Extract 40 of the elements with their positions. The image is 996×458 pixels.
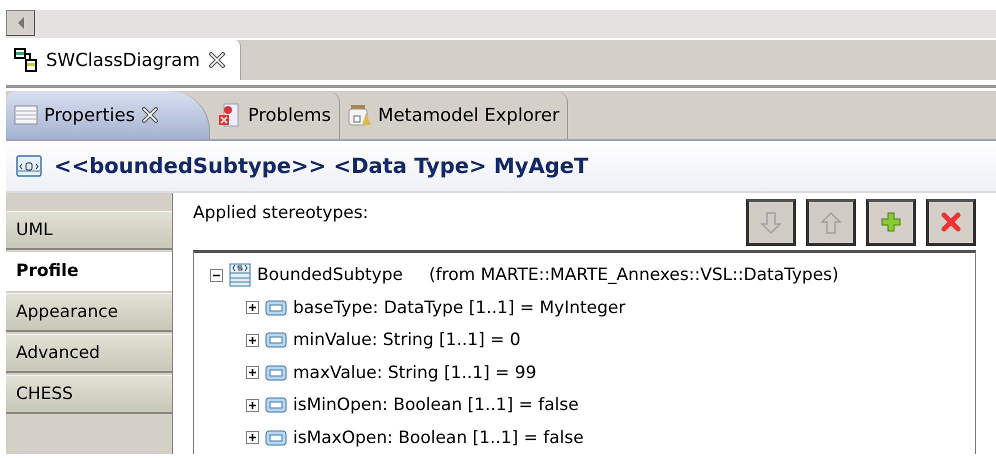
tree-item-source: (from MARTE::MARTE_Annexes::VSL::DataTypes) — [429, 265, 839, 286]
section-label: Applied stereotypes: — [193, 203, 368, 223]
tree-item[interactable]: isMaxOpen: Boolean [1..1] = false — [293, 428, 584, 448]
sidebar-tab[interactable]: Profile — [6, 252, 172, 291]
panel-title: <<boundedSubtype>> <Data Type> MyAgeT — [54, 154, 588, 178]
sidebar-tab[interactable]: Advanced — [6, 334, 172, 373]
property-icon — [265, 332, 287, 348]
property-icon — [265, 364, 287, 381]
plus-icon — [880, 210, 902, 234]
move-up-icon — [820, 210, 842, 234]
move-down-icon — [760, 210, 782, 234]
tree-item[interactable]: BoundedSubtype — [257, 265, 403, 286]
property-icon — [265, 397, 287, 414]
tree-item[interactable]: isMinOpen: Boolean [1..1] = false — [293, 395, 579, 416]
add-button[interactable] — [866, 199, 916, 246]
table-icon — [14, 103, 38, 127]
view-tab[interactable]: Properties — [6, 91, 210, 139]
tree-item[interactable]: minValue: String [1..1] = 0 — [293, 330, 521, 350]
remove-button[interactable] — [926, 199, 976, 246]
close-icon — [940, 210, 962, 234]
expand-icon[interactable] — [246, 301, 259, 314]
tree-item[interactable]: maxValue: String [1..1] = 99 — [293, 362, 536, 383]
jar-icon — [348, 103, 372, 127]
expand-icon[interactable] — [246, 366, 259, 380]
editor-tab[interactable]: SWClassDiagram — [6, 40, 241, 80]
property-icon — [265, 430, 287, 446]
stereotype-icon — [229, 263, 251, 288]
scroll-left-button[interactable] — [6, 10, 35, 36]
expand-icon[interactable] — [246, 334, 259, 347]
property-icon — [265, 300, 287, 316]
expand-icon[interactable] — [246, 398, 259, 412]
sidebar-tab[interactable]: CHESS — [6, 375, 172, 414]
datatype-icon — [16, 155, 42, 177]
expand-icon[interactable] — [246, 431, 259, 444]
left-arrow-icon — [16, 16, 26, 30]
tree-item[interactable]: baseType: DataType [1..1] = MyInteger — [293, 298, 626, 318]
collapse-icon[interactable] — [210, 268, 223, 282]
sidebar-tab[interactable]: UML — [6, 211, 172, 250]
diagram-icon — [14, 48, 38, 72]
sidebar-tab[interactable]: Appearance — [6, 293, 172, 332]
